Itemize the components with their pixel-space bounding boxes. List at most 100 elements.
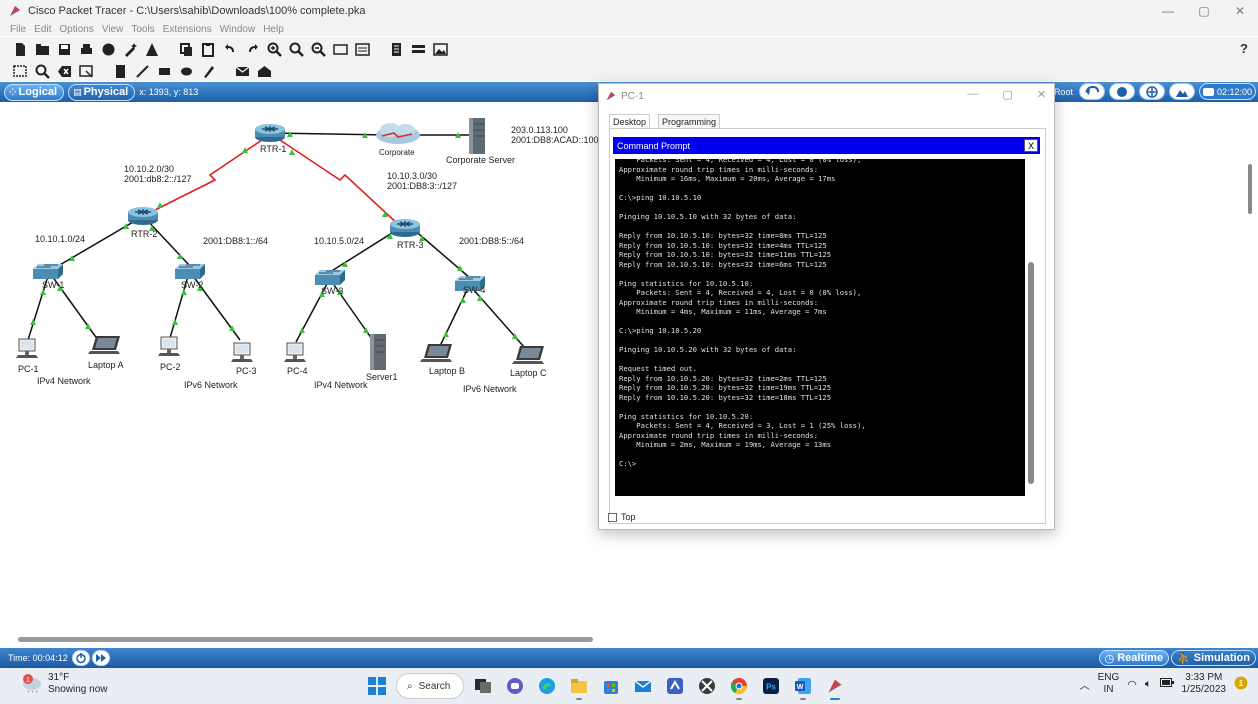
xbox-icon[interactable] bbox=[694, 673, 720, 699]
chevron-up-icon[interactable]: ︿ bbox=[1080, 677, 1090, 692]
command-prompt-terminal[interactable]: Packets: Sent = 4, Received = 4, Lost = … bbox=[615, 159, 1025, 496]
viewport-clock[interactable]: 02:12:00 bbox=[1198, 83, 1256, 100]
server-icon[interactable] bbox=[369, 333, 387, 371]
add-simple-pdu-icon[interactable] bbox=[234, 63, 250, 79]
cloud-icon[interactable] bbox=[376, 123, 420, 144]
root-label[interactable]: Root bbox=[1054, 87, 1073, 97]
paste-icon[interactable] bbox=[200, 41, 216, 57]
draw-rectangle-icon[interactable] bbox=[156, 63, 172, 79]
logical-tab[interactable]: ⁘ Logical bbox=[4, 83, 65, 101]
file-explorer-icon[interactable] bbox=[566, 673, 592, 700]
laptop-icon[interactable] bbox=[88, 336, 120, 354]
pc-icon[interactable] bbox=[230, 342, 254, 363]
menu-options[interactable]: Options bbox=[59, 24, 93, 35]
switch-icon[interactable] bbox=[314, 269, 346, 286]
top-checkbox-box[interactable] bbox=[608, 512, 617, 522]
restore-button[interactable]: ▢ bbox=[1186, 0, 1222, 22]
command-prompt-close-button[interactable]: X bbox=[1024, 139, 1038, 152]
photoshop-icon[interactable]: Ps bbox=[758, 673, 784, 699]
workspace-horizontal-scrollbar[interactable] bbox=[18, 637, 593, 642]
realtime-tab[interactable]: ◷ Realtime bbox=[1098, 650, 1170, 666]
pc1-close-button[interactable]: ✕ bbox=[1037, 88, 1046, 101]
menu-help[interactable]: Help bbox=[263, 24, 284, 35]
fast-forward-icon[interactable] bbox=[91, 650, 110, 666]
open-folder-icon[interactable] bbox=[34, 41, 50, 57]
simulation-tab[interactable]: ⛹ Simulation bbox=[1171, 650, 1256, 666]
pc1-maximize-button[interactable]: ▢ bbox=[1002, 88, 1012, 101]
menu-tools[interactable]: Tools bbox=[131, 24, 154, 35]
select-tool-icon[interactable] bbox=[12, 63, 28, 79]
menu-edit[interactable]: Edit bbox=[34, 24, 51, 35]
pc1-window-titlebar[interactable]: PC-1 — ▢ ✕ bbox=[599, 84, 1054, 108]
back-icon[interactable] bbox=[1078, 83, 1105, 100]
top-checkbox[interactable]: Top bbox=[608, 512, 636, 522]
laptop-icon[interactable] bbox=[420, 344, 452, 362]
minimize-button[interactable]: — bbox=[1150, 0, 1186, 22]
pdu-list-icon[interactable] bbox=[410, 41, 426, 57]
add-complex-pdu-icon[interactable] bbox=[256, 63, 272, 79]
zoom-in-icon[interactable] bbox=[266, 41, 282, 57]
router-icon[interactable] bbox=[389, 218, 421, 238]
notification-icon[interactable]: 1 bbox=[1234, 676, 1248, 693]
server-icon[interactable] bbox=[468, 117, 486, 155]
delete-icon[interactable] bbox=[56, 63, 72, 79]
pc1-minimize-button[interactable]: — bbox=[967, 88, 978, 101]
network-info-icon[interactable] bbox=[144, 41, 160, 57]
pc-icon[interactable] bbox=[15, 338, 39, 359]
draw-line-icon[interactable] bbox=[134, 63, 150, 79]
menu-file[interactable]: File bbox=[10, 24, 26, 35]
zoom-reset-icon[interactable] bbox=[288, 41, 304, 57]
move-object-icon[interactable] bbox=[1138, 83, 1165, 100]
weather-widget[interactable]: 1 31°F Snowing now bbox=[20, 672, 107, 696]
new-file-icon[interactable] bbox=[12, 41, 28, 57]
tab-programming[interactable]: Programming bbox=[658, 114, 721, 129]
tab-desktop[interactable]: Desktop bbox=[609, 114, 651, 129]
laptop-icon[interactable] bbox=[512, 346, 544, 364]
wand-icon[interactable] bbox=[122, 41, 138, 57]
battery-icon[interactable] bbox=[1159, 678, 1174, 690]
close-button[interactable]: ✕ bbox=[1222, 0, 1258, 22]
taskbar-clock[interactable]: 3:33 PM 1/25/2023 bbox=[1182, 672, 1227, 696]
menu-extensions[interactable]: Extensions bbox=[163, 24, 212, 35]
store-icon[interactable] bbox=[598, 673, 624, 699]
edge-browser-icon[interactable] bbox=[534, 673, 560, 699]
print-icon[interactable] bbox=[78, 41, 94, 57]
language-indicator[interactable]: ENG IN bbox=[1098, 672, 1120, 696]
copy-icon[interactable] bbox=[178, 41, 194, 57]
visual-studio-icon[interactable] bbox=[662, 673, 688, 699]
taskbar-search[interactable]: ⌕ Search bbox=[396, 673, 464, 699]
chrome-icon[interactable] bbox=[726, 673, 752, 700]
view-notes-icon[interactable] bbox=[388, 41, 404, 57]
undo-icon[interactable] bbox=[222, 41, 238, 57]
pc-icon[interactable] bbox=[283, 342, 307, 363]
menu-view[interactable]: View bbox=[102, 24, 124, 35]
help-button[interactable]: ? bbox=[1240, 41, 1248, 56]
terminal-scrollbar[interactable] bbox=[1028, 262, 1034, 484]
custom-device-icon[interactable] bbox=[354, 41, 370, 57]
word-icon[interactable]: W bbox=[790, 673, 816, 700]
activity-wizard-icon[interactable] bbox=[100, 41, 116, 57]
power-cycle-icon[interactable] bbox=[71, 650, 90, 666]
switch-icon[interactable] bbox=[174, 263, 206, 280]
zoom-out-icon[interactable] bbox=[310, 41, 326, 57]
mail-icon[interactable] bbox=[630, 673, 656, 699]
new-cluster-icon[interactable] bbox=[1108, 83, 1135, 100]
inspect-icon[interactable] bbox=[34, 63, 50, 79]
freeform-icon[interactable] bbox=[200, 63, 216, 79]
draw-ellipse-icon[interactable] bbox=[178, 63, 194, 79]
switch-icon[interactable] bbox=[32, 263, 64, 280]
place-note-icon[interactable] bbox=[112, 63, 128, 79]
task-view-icon[interactable] bbox=[470, 673, 496, 699]
router-icon[interactable] bbox=[127, 206, 159, 226]
start-button[interactable] bbox=[364, 673, 390, 699]
menu-window[interactable]: Window bbox=[220, 24, 256, 35]
wifi-icon[interactable]: ◠ bbox=[1127, 678, 1137, 691]
image-icon[interactable] bbox=[432, 41, 448, 57]
redo-icon[interactable] bbox=[244, 41, 260, 57]
router-icon[interactable] bbox=[254, 123, 286, 143]
volume-icon[interactable]: 🔈︎ bbox=[1145, 678, 1152, 691]
drawing-palette-icon[interactable] bbox=[332, 41, 348, 57]
workspace-vertical-scrollbar[interactable] bbox=[1246, 104, 1254, 629]
pc-icon[interactable] bbox=[157, 336, 181, 357]
set-tiled-background-icon[interactable] bbox=[1168, 83, 1195, 100]
